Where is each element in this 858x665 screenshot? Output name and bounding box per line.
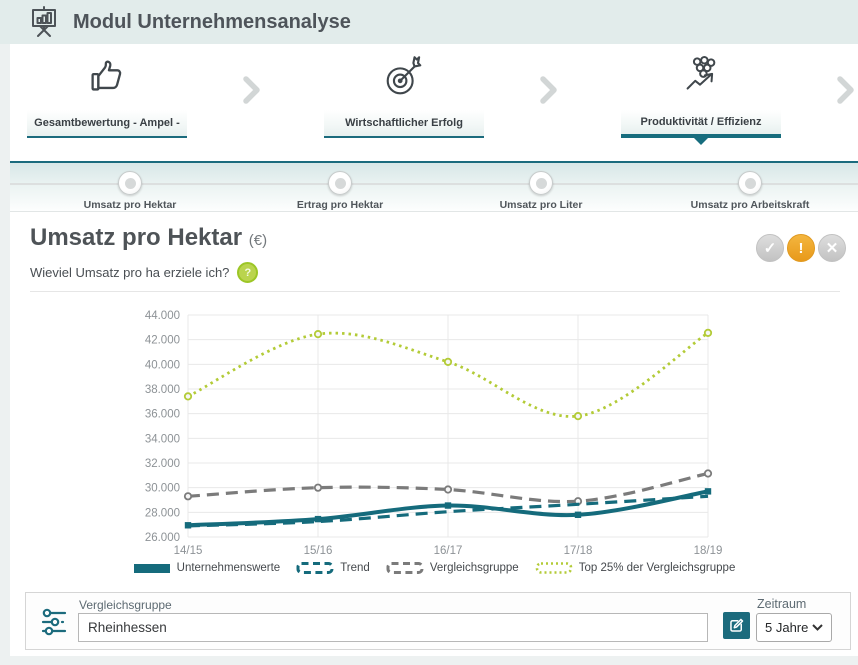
module-step-tabs: Gesamtbewertung - Ampel - Wirtschaftliche… [10, 48, 858, 160]
data-point-marker [185, 522, 191, 528]
legend-label: Unternehmenswerte [177, 562, 281, 574]
period-label: Zeitraum [757, 597, 806, 611]
data-point-marker [185, 393, 191, 399]
step-circle-dot [536, 178, 547, 189]
period-select[interactable]: 5 Jahre [756, 613, 832, 642]
legend-item-top-25-der-vergleichsgruppe[interactable]: Top 25% der Vergleichsgruppe [535, 561, 736, 575]
data-point-marker [315, 331, 321, 337]
y-tick-label: 40.000 [145, 359, 180, 371]
edit-comparison-group-button[interactable] [723, 612, 750, 639]
y-tick-label: 30.000 [145, 483, 180, 495]
kpi-stepper: Umsatz pro Hektar Ertrag pro Hektar Umsatz… [10, 161, 858, 212]
content-area: Gesamtbewertung - Ampel - Wirtschaftliche… [10, 44, 858, 656]
legend-swatch-dashed-icon [296, 561, 334, 575]
y-tick-label: 42.000 [145, 335, 180, 347]
chart-legend: Unternehmenswerte Trend Vergleichsgruppe To… [10, 561, 858, 575]
status-check-button[interactable]: ✓ [756, 234, 784, 262]
step-group-gesamtbewertung-ampel: Gesamtbewertung - Ampel - [27, 48, 187, 148]
legend-swatch-dashed-icon [386, 561, 424, 575]
legend-item-vergleichsgruppe[interactable]: Vergleichsgruppe [386, 561, 519, 575]
step-group-produktivitat-effizienz: Produktivität / Effizienz [621, 48, 781, 148]
legend-label: Vergleichsgruppe [430, 562, 519, 574]
subnav-item-label: Umsatz pro Hektar [84, 199, 177, 211]
status-close-button[interactable]: ✕ [818, 234, 846, 262]
target-dart-icon [381, 54, 427, 100]
y-tick-label: 36.000 [145, 409, 180, 421]
rating-status-buttons: ✓!✕ [756, 234, 846, 262]
subnav-item-ertrag-pro-hektar[interactable]: Ertrag pro Hektar [250, 171, 430, 211]
legend-swatch-solid-icon [133, 561, 171, 575]
question-icon[interactable]: ? [237, 262, 258, 283]
tab-gesamtbewertung-ampel[interactable]: Gesamtbewertung - Ampel - [27, 110, 187, 138]
status-exclamation-button[interactable]: ! [787, 234, 815, 262]
y-tick-label: 32.000 [145, 458, 180, 470]
data-point-marker [445, 359, 451, 365]
subnav-item-label: Ertrag pro Hektar [297, 199, 383, 211]
tab-produktivitat-effizienz[interactable]: Produktivität / Effizienz [621, 110, 781, 138]
line-chart: 26.000 28.000 30.000 32.000 34.000 36.000 38.0… [128, 300, 728, 562]
step-circle-dot [125, 178, 136, 189]
thumbs-up-icon [84, 54, 130, 100]
step-group-wirtschaftlicher-erfolg: Wirtschaftlicher Erfolg [324, 48, 484, 148]
x-tick-label: 14/15 [174, 545, 203, 557]
data-point-marker [445, 502, 451, 508]
subnav-item-umsatz-pro-hektar[interactable]: Umsatz pro Hektar [40, 171, 220, 211]
section-divider [30, 291, 840, 292]
section-title: Umsatz pro Hektar (€) [30, 224, 267, 252]
x-tick-label: 15/16 [304, 545, 333, 557]
comparison-group-label: Vergleichsgruppe [79, 598, 172, 612]
step-circle-dot [745, 178, 756, 189]
period-select-value: 5 Jahre [765, 620, 808, 635]
filter-panel: Vergleichsgruppe Zeitraum 5 Jahre [25, 592, 851, 650]
y-tick-label: 44.000 [145, 310, 180, 322]
data-point-marker [705, 488, 711, 494]
chevron-down-icon [812, 624, 823, 631]
data-point-marker [575, 413, 581, 419]
legend-item-unternehmenswerte[interactable]: Unternehmenswerte [133, 561, 281, 575]
step-circle[interactable] [118, 171, 142, 195]
tab-wirtschaftlicher-erfolg[interactable]: Wirtschaftlicher Erfolg [324, 110, 484, 138]
subnav-item-label: Umsatz pro Arbeitskraft [691, 199, 810, 211]
y-tick-label: 28.000 [145, 507, 180, 519]
legend-swatch-dotted-icon [535, 561, 573, 575]
data-point-marker [185, 493, 191, 499]
presentation-chart-icon [28, 5, 60, 39]
y-tick-label: 34.000 [145, 433, 180, 445]
legend-item-trend[interactable]: Trend [296, 561, 370, 575]
filter-sliders-icon [38, 606, 70, 638]
step-circle[interactable] [529, 171, 553, 195]
grapes-trend-icon [678, 54, 724, 100]
comparison-group-input[interactable] [78, 613, 708, 642]
step-circle-dot [335, 178, 346, 189]
module-window: Modul Unternehmensanalyse Gesamtbewertun… [0, 0, 858, 665]
y-tick-label: 26.000 [145, 532, 180, 544]
data-point-marker [445, 486, 451, 492]
data-point-marker [575, 512, 581, 518]
step-circle[interactable] [328, 171, 352, 195]
chevron-right-icon [540, 76, 558, 104]
header-bar: Modul Unternehmensanalyse [0, 0, 858, 44]
section-title-text: Umsatz pro Hektar [30, 224, 242, 251]
data-point-marker [705, 330, 711, 336]
x-tick-label: 17/18 [564, 545, 593, 557]
section-subtitle: Wieviel Umsatz pro ha erziele ich? [30, 265, 229, 280]
data-point-marker [315, 516, 321, 522]
data-point-marker [315, 484, 321, 490]
subnav-item-label: Umsatz pro Liter [500, 199, 583, 211]
chevron-right-icon [243, 76, 261, 104]
chevron-right-icon [837, 76, 855, 104]
subnav-item-umsatz-pro-arbeitskraft[interactable]: Umsatz pro Arbeitskraft [660, 171, 840, 211]
legend-label: Trend [340, 562, 370, 574]
step-circle[interactable] [738, 171, 762, 195]
legend-label: Top 25% der Vergleichsgruppe [579, 562, 736, 574]
subnav-item-umsatz-pro-liter[interactable]: Umsatz pro Liter [451, 171, 631, 211]
section-subtitle-row: Wieviel Umsatz pro ha erziele ich? ? [30, 262, 258, 283]
y-tick-label: 38.000 [145, 384, 180, 396]
page-title: Modul Unternehmensanalyse [73, 11, 351, 34]
section-unit: (€) [249, 232, 267, 249]
data-point-marker [705, 470, 711, 476]
edit-pencil-icon [727, 616, 746, 635]
x-tick-label: 16/17 [434, 545, 463, 557]
x-tick-label: 18/19 [694, 545, 723, 557]
